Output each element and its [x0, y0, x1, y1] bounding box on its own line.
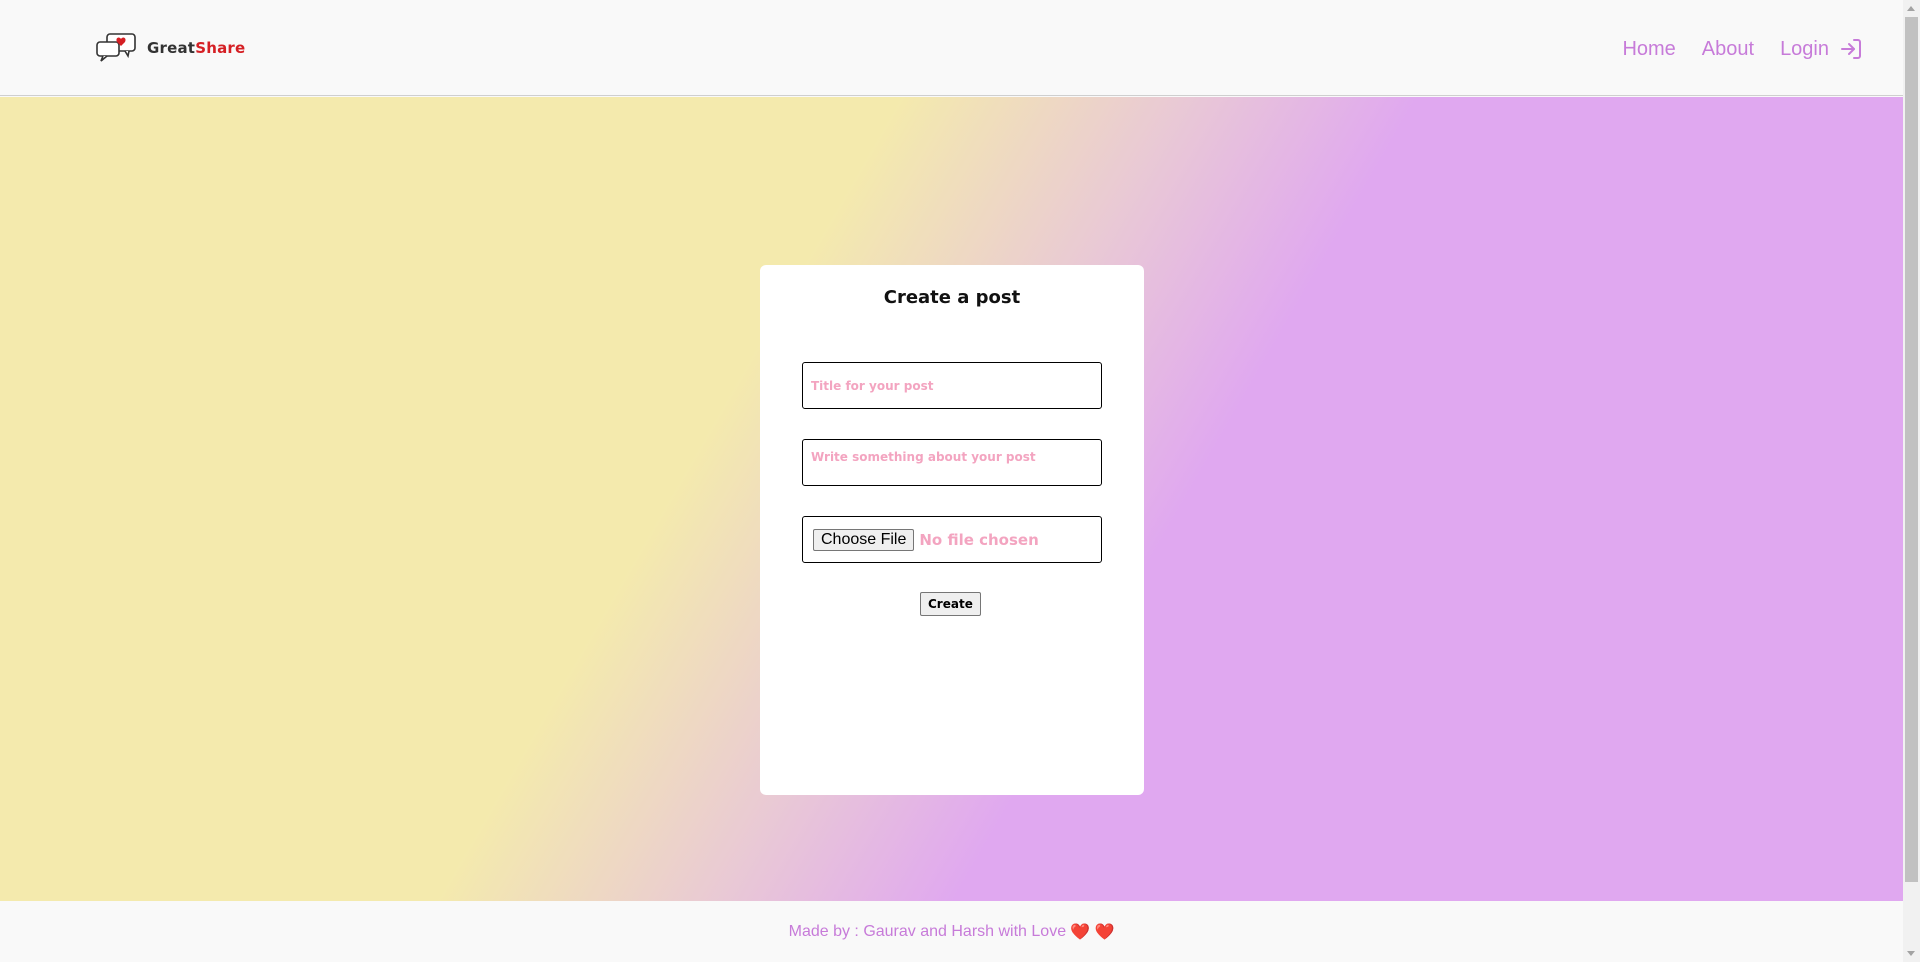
post-description-input[interactable]: [802, 439, 1102, 486]
logo-text-share: Share: [195, 39, 246, 57]
site-logo[interactable]: GreatShare: [95, 33, 245, 63]
nav-login-label: Login: [1780, 37, 1829, 60]
file-status-text: No file chosen: [919, 530, 1039, 549]
login-arrow-icon: [1841, 39, 1861, 59]
scroll-down-arrow-icon[interactable]: [1907, 951, 1915, 956]
choose-file-button[interactable]: Choose File: [813, 528, 915, 551]
nav-login-link[interactable]: Login: [1780, 37, 1863, 61]
file-upload-field: Choose File No file chosen: [802, 516, 1102, 563]
nav-home-link[interactable]: Home: [1622, 38, 1675, 61]
post-title-input[interactable]: [802, 362, 1102, 409]
chat-bubble-heart-icon: [96, 33, 136, 62]
nav-about-link[interactable]: About: [1702, 38, 1754, 61]
main-gradient-area: Create a post Choose File No file chosen…: [0, 97, 1903, 901]
scroll-up-arrow-icon[interactable]: [1907, 6, 1915, 11]
logo-text-great: Great: [147, 39, 196, 57]
scroll-thumb[interactable]: [1905, 17, 1918, 882]
footer: Made by : Gaurav and Harsh with Love ❤️ …: [0, 901, 1903, 962]
vertical-scrollbar[interactable]: [1903, 0, 1920, 962]
navbar: GreatShare Home About Login: [0, 0, 1903, 96]
create-button[interactable]: Create: [920, 592, 981, 616]
footer-credit-text: Made by : Gaurav and Harsh with Love: [788, 922, 1067, 940]
create-post-card: Create a post Choose File No file chosen…: [760, 265, 1144, 795]
card-title: Create a post: [883, 287, 1021, 308]
heart-icon: ❤️ ❤️: [1070, 923, 1115, 941]
nav-links: Home About Login: [1622, 37, 1863, 61]
